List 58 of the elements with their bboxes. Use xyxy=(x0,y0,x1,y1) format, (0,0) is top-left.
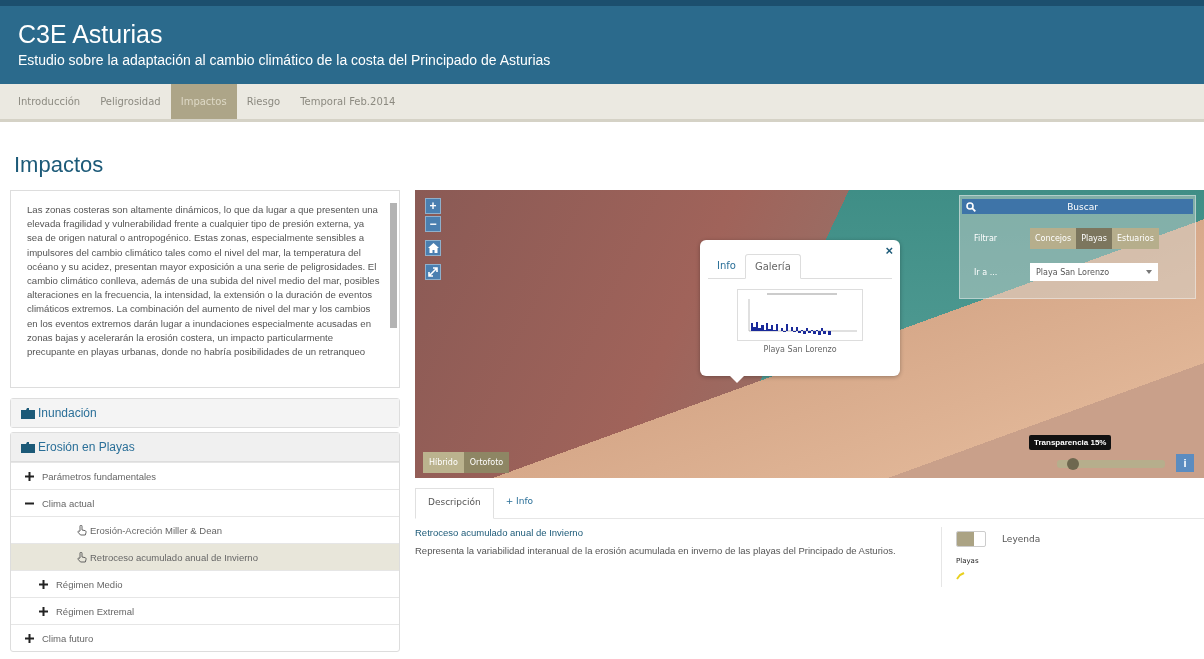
close-button[interactable]: × xyxy=(885,243,893,258)
plus-icon xyxy=(39,606,48,616)
home-button[interactable] xyxy=(425,240,441,256)
transparency-tooltip: Transparencia 15% xyxy=(1029,435,1112,450)
beach-symbol-icon xyxy=(956,572,965,580)
plus-icon xyxy=(25,633,34,643)
tree-item[interactable]: Clima futuro xyxy=(11,624,399,651)
detail-tab[interactable]: + Info xyxy=(493,488,546,518)
legend-label: Leyenda xyxy=(1002,534,1041,544)
goto-label: Ir a ... xyxy=(974,267,999,277)
slider-thumb[interactable] xyxy=(1067,458,1080,470)
filter-button[interactable]: Playas xyxy=(1076,228,1112,249)
accordion-label: Inundación xyxy=(38,406,97,420)
base-layer-button[interactable]: Ortofoto xyxy=(463,452,510,473)
accordion-header[interactable]: Erosión en Playas xyxy=(11,433,399,462)
satellite-map-placeholder[interactable]: + − × Info Galería Playa San Lorenzo Buscar Filtrar Concejos Playas Estuarios Ir a ... Playa San Lorenzo Híbrido Ortofoto Transparencia 15% i xyxy=(415,190,1204,478)
nav-tab[interactable]: Temporal Feb.2014 xyxy=(290,84,406,119)
nav-tab[interactable]: Riesgo xyxy=(236,84,291,119)
folder-icon xyxy=(21,407,35,419)
accordion-header[interactable]: Inundación xyxy=(11,399,399,427)
tree-item[interactable]: Parámetros fundamentales xyxy=(11,462,399,489)
search-header[interactable]: Buscar xyxy=(962,199,1193,214)
popup-pointer xyxy=(730,376,744,383)
site-title: C3E Asturias xyxy=(18,20,164,49)
beach-select[interactable]: Playa San Lorenzo xyxy=(1030,263,1158,281)
layer-description: Representa la variabilidad interanual de la erosión acumulada en inverno de las playas del Principado de Asturios. xyxy=(415,544,897,557)
hand-pointer-icon xyxy=(77,551,87,563)
search-icon xyxy=(966,201,976,212)
tree-item[interactable]: Clima actual xyxy=(11,489,399,516)
zoom-in-button[interactable]: + xyxy=(425,198,441,214)
tree-item[interactable]: Régimen Extremal xyxy=(11,597,399,624)
nav-tab[interactable]: Peligrosidad xyxy=(90,84,171,119)
chart-thumbnail-drawing[interactable] xyxy=(737,289,863,341)
tree-item[interactable]: Retroceso acumulado anual de Invierno xyxy=(11,543,399,570)
fullscreen-button[interactable] xyxy=(425,264,441,280)
transparency-slider[interactable] xyxy=(1057,460,1165,468)
popup-tab[interactable]: Info xyxy=(708,254,745,278)
intro-paragraph: Las zonas costeras son altamente dinámicos, lo que da lugar a que presenten una elevada fragilidad y vulnerabilidad frente a cualquier tipo de presión externa, ya sea de origen natural o antropogénico. Estas zonas, especialmente sensibles a impulsores del cambio climático tales como el nivel del mar, la temperatura del océano y su acidez, presentan mayor exposición a una serie de peligrosidades. El cambio climático conlleva, además de una subida del nivel medio del mar, posibles alteraciones en la frecuencia, la intensidad, la extensión o la duración de eventos climáticos extremos. La combinación del aumento de nivel del mar y los cambios en los eventos extremos darán lugar a inundaciones especialmente acusadas en zonas bajas y acelerarán la erosión costera, un impacto particularmente precupante en playas urbanas, donde no habría posibilidades de un retranqueo xyxy=(27,203,381,360)
plus-icon xyxy=(25,471,34,481)
hand-pointer-icon xyxy=(77,524,87,536)
diagonal-arrow-icon xyxy=(428,267,438,277)
layer-title: Retroceso acumulado anual de Invierno xyxy=(415,527,584,538)
folder-icon xyxy=(21,441,35,453)
home-icon xyxy=(427,243,439,253)
zoom-out-button[interactable]: − xyxy=(425,216,441,232)
filter-label: Filtrar xyxy=(974,234,999,243)
popup-tab[interactable]: Galería xyxy=(744,254,801,279)
site-subtitle: Estudio sobre la adaptación al cambio climático de la costa del Principado de Asturias xyxy=(18,52,552,68)
caret-icon xyxy=(1146,270,1152,274)
legend-toggle[interactable] xyxy=(956,531,986,547)
info-button[interactable]: i xyxy=(1176,454,1194,472)
tree-item[interactable]: Régimen Medio xyxy=(11,570,399,597)
image-caption: Playa San Lorenzo xyxy=(762,345,838,354)
page-heading: Impactos xyxy=(14,152,105,179)
plus-icon xyxy=(39,579,48,589)
nav-tab[interactable]: Introducción xyxy=(8,84,91,119)
detail-tab[interactable]: Descripción xyxy=(415,488,494,519)
accordion-label: Erosión en Playas xyxy=(38,440,135,454)
